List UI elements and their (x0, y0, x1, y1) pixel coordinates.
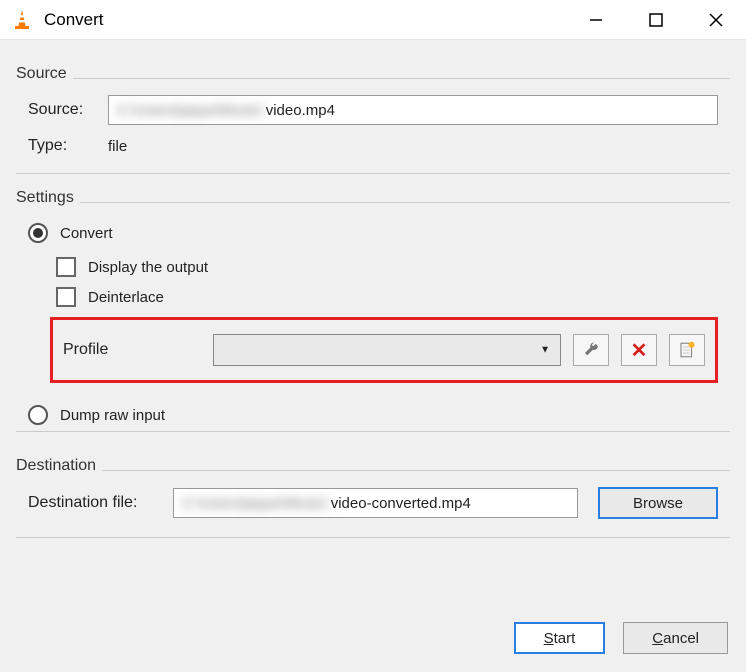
delete-profile-button[interactable]: ✕ (621, 334, 657, 366)
start-button-label-rest: tart (554, 630, 576, 647)
settings-group-label: Settings (16, 189, 80, 207)
dest-path-value: video-converted.mp4 (331, 495, 471, 512)
display-output-label: Display the output (88, 259, 208, 276)
vlc-cone-icon (10, 8, 34, 32)
convert-radio-label: Convert (60, 225, 113, 242)
source-path-blurred: C:\Users\jaque\Music\ (117, 102, 264, 119)
close-icon (709, 13, 723, 27)
convert-radio[interactable]: Convert (28, 223, 718, 243)
new-file-icon (678, 341, 696, 359)
new-profile-button[interactable] (669, 334, 705, 366)
cancel-button[interactable]: Cancel (623, 622, 728, 654)
source-group: Source Source: C:\Users\jaque\Music\ vid… (16, 78, 730, 174)
settings-group: Settings Convert Display the output Dein… (16, 202, 730, 432)
edit-profile-button[interactable] (573, 334, 609, 366)
destination-group-label: Destination (16, 457, 102, 475)
maximize-button[interactable] (626, 0, 686, 40)
display-output-checkbox[interactable]: Display the output (56, 257, 718, 277)
profile-dropdown[interactable]: ▼ (213, 334, 561, 366)
type-label: Type: (28, 137, 108, 155)
maximize-icon (649, 13, 663, 27)
destination-file-label: Destination file: (28, 494, 173, 512)
minimize-button[interactable] (566, 0, 626, 40)
start-button[interactable]: Start (514, 622, 606, 654)
dest-path-blurred: C:\Users\jaque\Music\ (182, 495, 329, 512)
source-input[interactable]: C:\Users\jaque\Music\ video.mp4 (108, 95, 718, 125)
deinterlace-label: Deinterlace (88, 289, 164, 306)
source-group-label: Source (16, 65, 73, 83)
minimize-icon (589, 13, 603, 27)
deinterlace-checkbox[interactable]: Deinterlace (56, 287, 718, 307)
profile-label: Profile (63, 341, 213, 359)
wrench-icon (582, 341, 600, 359)
dump-raw-label: Dump raw input (60, 407, 165, 424)
titlebar: Convert (0, 0, 746, 40)
radio-unchecked-icon (28, 405, 48, 425)
close-button[interactable] (686, 0, 746, 40)
convert-dialog-window: Convert Source Source: C:\Users\jaque\Mu… (0, 0, 746, 672)
radio-checked-icon (28, 223, 48, 243)
type-value: file (108, 138, 127, 155)
chevron-down-icon: ▼ (540, 345, 550, 356)
dialog-footer: Start Cancel (0, 604, 746, 672)
checkbox-unchecked-icon (56, 257, 76, 277)
browse-button[interactable]: Browse (598, 487, 718, 519)
destination-file-input[interactable]: C:\Users\jaque\Music\ video-converted.mp… (173, 488, 578, 518)
source-path-value: video.mp4 (266, 102, 335, 119)
dump-raw-radio[interactable]: Dump raw input (28, 405, 718, 425)
cancel-button-label-rest: ancel (663, 630, 699, 647)
x-icon: ✕ (631, 338, 648, 363)
checkbox-unchecked-icon (56, 287, 76, 307)
profile-row-highlight: Profile ▼ ✕ (50, 317, 718, 383)
source-label: Source: (28, 101, 108, 119)
browse-button-label: Browse (633, 495, 683, 512)
destination-group: Destination Destination file: C:\Users\j… (16, 470, 730, 538)
window-title: Convert (44, 10, 104, 30)
